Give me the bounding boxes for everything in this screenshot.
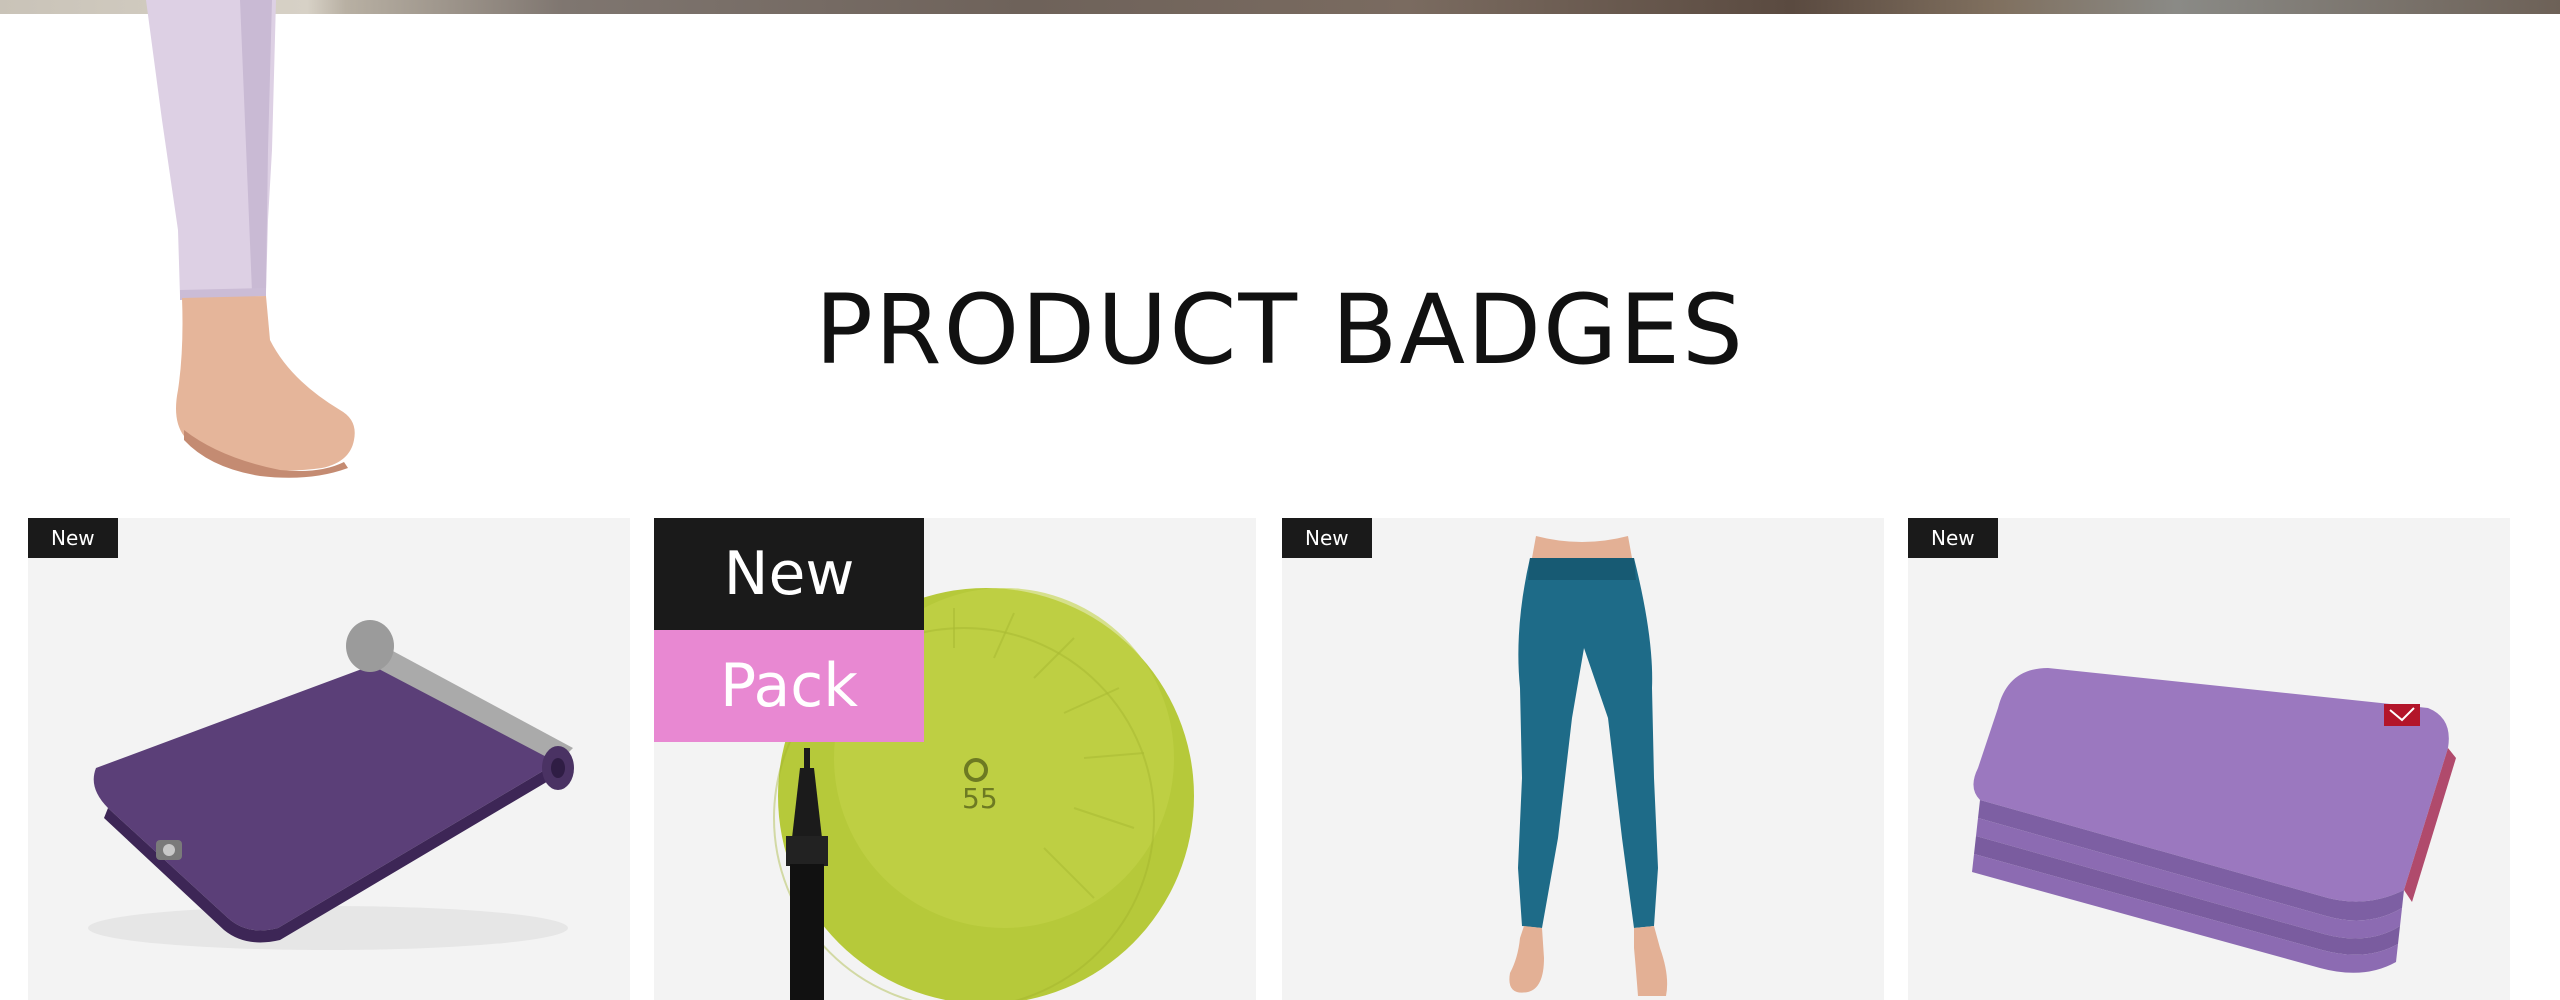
yoga-towel-image (1972, 668, 2456, 973)
hero-banner-strip (0, 0, 2560, 14)
product-card-leggings[interactable]: New (1282, 518, 1884, 1000)
leggings-image (1509, 536, 1668, 996)
new-badge: New (654, 518, 924, 630)
new-badge: New (28, 518, 118, 558)
yoga-mat-image (88, 620, 574, 950)
product-card-yoga-towel[interactable]: New (1908, 518, 2510, 1000)
product-card-yoga-mat[interactable]: New (28, 518, 630, 1000)
new-badge: New (1908, 518, 1998, 558)
new-badge: New (1282, 518, 1372, 558)
ball-size-label: 55 (962, 782, 998, 815)
product-card-exercise-ball[interactable]: 55 New Pack (654, 518, 1256, 1000)
section-title: PRODUCT BADGES (815, 274, 1745, 386)
pack-badge: Pack (654, 630, 924, 742)
model-leg-image (146, 0, 355, 478)
